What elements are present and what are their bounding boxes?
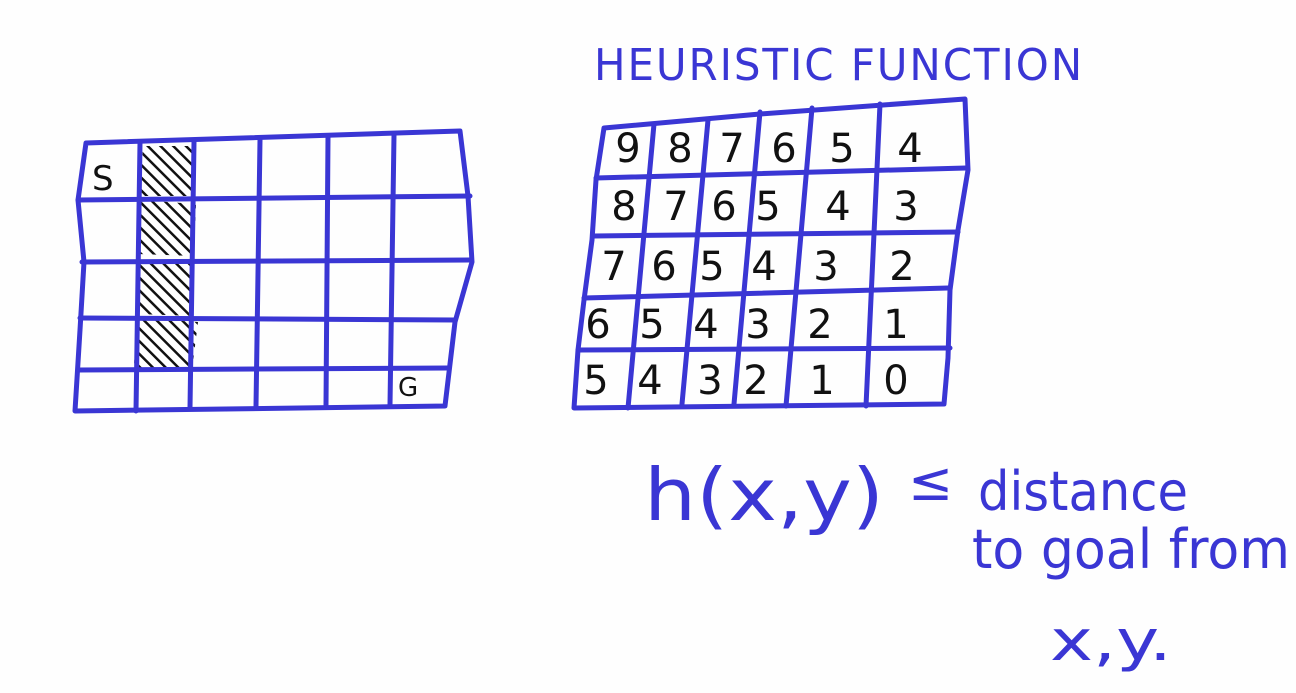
- heuristic-value: 4: [693, 302, 718, 348]
- heuristic-value: 7: [719, 126, 744, 172]
- heuristic-value: 6: [711, 184, 736, 230]
- heuristic-value: 9: [615, 126, 640, 172]
- heuristic-value: 5: [639, 302, 664, 348]
- whiteboard-drawing: S G HEURISTIC FUNCTION 9 8 7 6 5 48 7 6 5 4 37 6 5 4 3…: [72, 40, 1290, 674]
- heuristic-title: HEURISTIC FUNCTION: [594, 40, 1084, 91]
- heuristic-value: 4: [825, 184, 850, 230]
- maze-grid: S G: [72, 128, 475, 414]
- maze-col-line: [253, 137, 263, 409]
- heuristic-value: 2: [807, 302, 832, 348]
- heuristic-grid: 9 8 7 6 5 48 7 6 5 4 37 6 5 4 3 26 5 4 3 2 15 4 3 2 1 0: [571, 96, 971, 411]
- heuristic-value: 2: [889, 244, 914, 290]
- heuristic-row-line: [591, 229, 961, 239]
- heuristic-value: 3: [745, 302, 770, 348]
- blocked-cell: [138, 200, 196, 256]
- maze-col-line: [387, 132, 397, 408]
- heuristic-value: 7: [663, 184, 688, 230]
- heuristic-value: 5: [583, 358, 608, 404]
- heuristic-value: 6: [771, 126, 796, 172]
- formula-relation: ≤: [908, 450, 953, 513]
- heuristic-value: 5: [829, 126, 854, 172]
- heuristic-value: 5: [755, 184, 780, 230]
- formula-line3: x,y.: [1050, 609, 1172, 674]
- goal-label: G: [398, 373, 418, 403]
- heuristic-value: 6: [651, 244, 676, 290]
- formula-line1: distance: [978, 460, 1188, 523]
- heuristic-value: 8: [611, 184, 636, 230]
- heuristic-formula: h(x,y) ≤ distance to goal from x,y.: [644, 450, 1290, 674]
- formula-lhs: h(x,y): [644, 453, 884, 537]
- heuristic-value: 7: [601, 244, 626, 290]
- heuristic-value: 3: [893, 184, 918, 230]
- heuristic-value: 1: [809, 358, 834, 404]
- heuristic-value: 6: [585, 302, 610, 348]
- heuristic-value: 1: [883, 302, 908, 348]
- heuristic-col-line: [863, 101, 883, 409]
- blocked-cell: [140, 146, 194, 196]
- heuristic-value: 2: [743, 358, 768, 404]
- heuristic-value: 3: [697, 358, 722, 404]
- heuristic-value: 4: [897, 126, 922, 172]
- heuristic-value: 5: [699, 244, 724, 290]
- whiteboard-canvas: S G HEURISTIC FUNCTION 98765487654376543…: [0, 0, 1296, 693]
- blocked-cell: [138, 262, 193, 316]
- formula-line2: to goal from: [972, 518, 1290, 581]
- heuristic-value: 0: [883, 358, 908, 404]
- maze-col-line: [323, 134, 331, 408]
- heuristic-value: 8: [667, 126, 692, 172]
- heuristic-value: 3: [813, 244, 838, 290]
- blocked-cells: [134, 146, 198, 370]
- heuristic-value: 4: [751, 244, 776, 290]
- heuristic-value: 4: [637, 358, 662, 404]
- start-label: S: [92, 159, 114, 199]
